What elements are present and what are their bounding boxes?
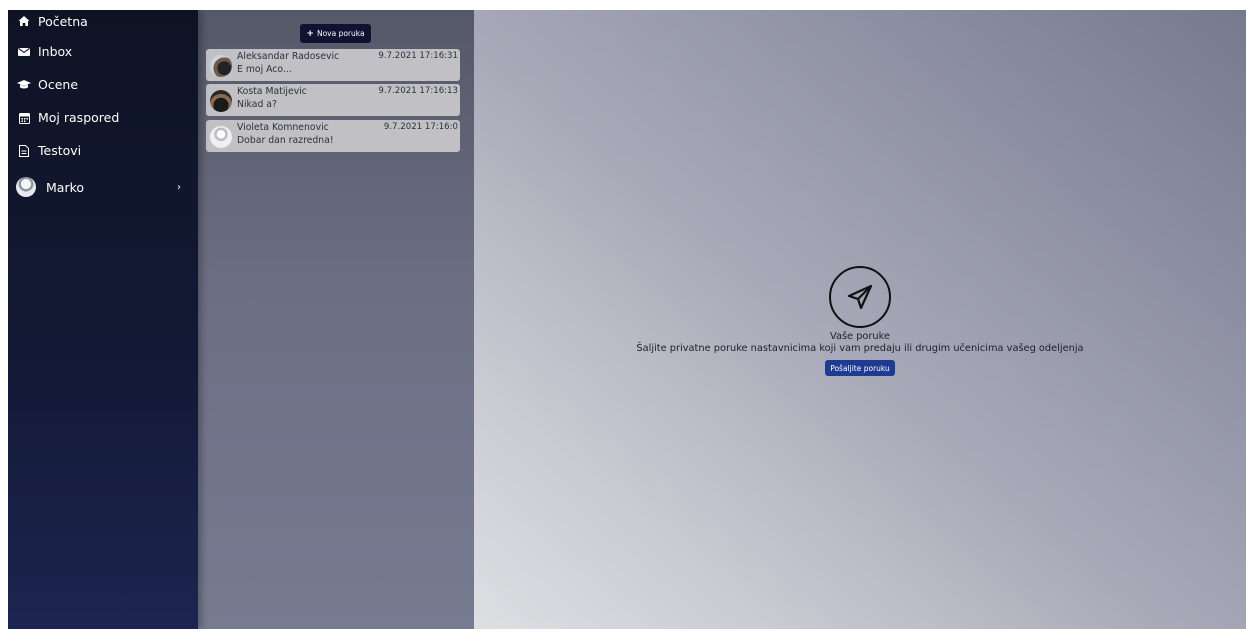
sender-name: Kosta Matijevic <box>237 86 307 97</box>
empty-state-title: Vaše poruke <box>830 331 890 342</box>
sidebar: Početna Inbox Ocene Moj raspored Testovi <box>8 10 198 629</box>
new-message-label: Nova poruka <box>316 29 365 38</box>
sidebar-item-label: Inbox <box>38 44 73 59</box>
user-name: Marko <box>46 179 85 195</box>
plus-icon: + <box>306 28 314 39</box>
sidebar-item-label: Početna <box>38 13 88 29</box>
message-preview: Dobar dan razredna! <box>237 135 334 146</box>
avatar <box>210 55 232 77</box>
empty-state-subtitle: Šaljite privatne poruke nastavnicima koj… <box>636 343 1084 354</box>
sender-name: Aleksandar Radosevic <box>237 51 340 62</box>
sidebar-user-menu[interactable]: Marko › <box>8 167 198 207</box>
sidebar-item-inbox[interactable]: Inbox <box>8 35 198 68</box>
message-list-pane: + Nova poruka Aleksandar Radosevic 9.7.2… <box>198 10 474 629</box>
sidebar-item-moj-raspored[interactable]: Moj raspored <box>8 101 198 134</box>
sidebar-item-ocene[interactable]: Ocene <box>8 68 198 101</box>
message-timestamp: 9.7.2021 17:16:0 <box>383 122 458 132</box>
send-message-button[interactable]: Pošaljite poruku <box>825 360 895 376</box>
sidebar-item-label: Ocene <box>38 77 79 92</box>
avatar <box>16 177 36 197</box>
graduation-cap-icon <box>17 78 31 92</box>
avatar <box>210 90 232 112</box>
message-timestamp: 9.7.2021 17:16:13 <box>378 86 458 96</box>
list-item[interactable]: Violeta Komnenovic 9.7.2021 17:16:0 Doba… <box>206 120 460 152</box>
sidebar-item-label: Testovi <box>38 143 82 158</box>
document-icon <box>17 144 31 158</box>
home-icon <box>17 14 31 28</box>
message-preview: E moj Aco... <box>237 64 292 75</box>
list-item[interactable]: Kosta Matijevic 9.7.2021 17:16:13 Nikad … <box>206 84 460 116</box>
paper-plane-icon <box>829 266 891 328</box>
envelope-icon <box>17 45 31 59</box>
calendar-icon <box>17 111 31 125</box>
message-timestamp: 9.7.2021 17:16:31 <box>378 51 458 61</box>
chevron-right-icon: › <box>177 181 181 193</box>
avatar <box>210 126 232 148</box>
sender-name: Violeta Komnenovic <box>237 122 329 133</box>
app-window: Početna Inbox Ocene Moj raspored Testovi <box>8 10 1246 629</box>
message-preview: Nikad a? <box>237 99 277 110</box>
list-item[interactable]: Aleksandar Radosevic 9.7.2021 17:16:31 E… <box>206 49 460 81</box>
conversation-pane: Vaše poruke Šaljite privatne poruke nast… <box>474 10 1246 629</box>
sidebar-item-pocetna[interactable]: Početna <box>8 10 198 35</box>
sidebar-item-label: Moj raspored <box>38 110 120 125</box>
new-message-button[interactable]: + Nova poruka <box>300 24 371 43</box>
sidebar-item-testovi[interactable]: Testovi <box>8 134 198 167</box>
